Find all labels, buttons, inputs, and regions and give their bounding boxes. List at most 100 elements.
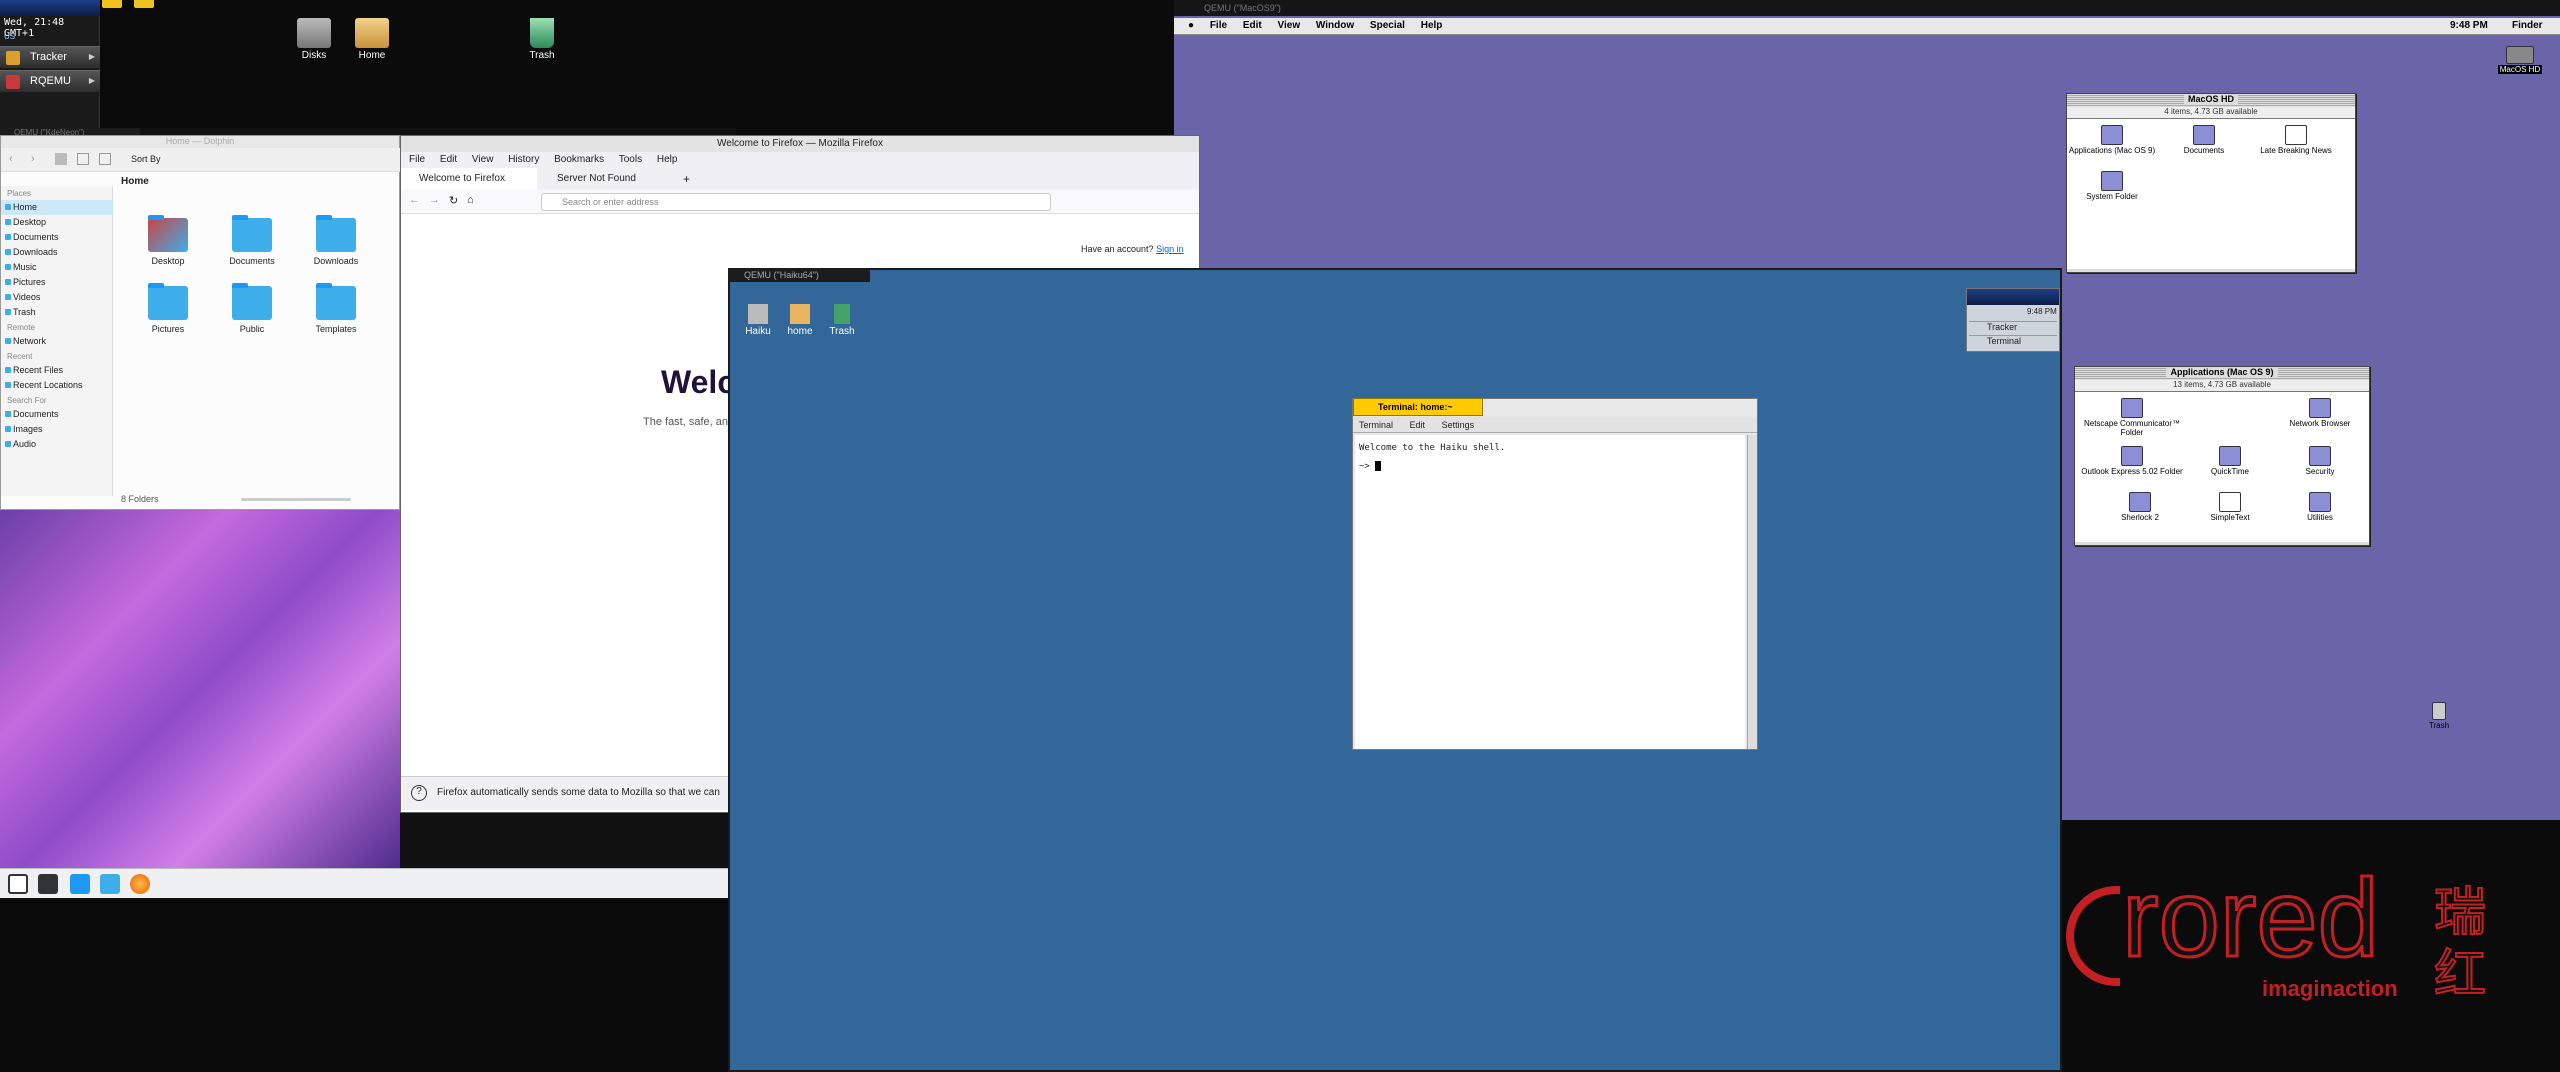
menu-edit[interactable]: Edit bbox=[1243, 20, 1262, 31]
deskbar-clock[interactable]: Wed, 21:48 GMT+1 bbox=[4, 17, 100, 39]
dolphin-window[interactable]: Home — Dolphin ‹ › Sort By Home Places H… bbox=[0, 135, 401, 510]
zoom-slider[interactable] bbox=[241, 498, 351, 501]
app-launcher-icon[interactable] bbox=[8, 874, 28, 894]
finder-window-applications[interactable]: Applications (Mac OS 9) 13 items, 4.73 G… bbox=[2074, 366, 2370, 546]
place-downloads[interactable]: Downloads bbox=[1, 245, 112, 260]
desktop-icon-macos-hd[interactable]: MacOS HD bbox=[2490, 46, 2550, 74]
menu-bookmarks[interactable]: Bookmarks bbox=[554, 154, 604, 165]
place-documents[interactable]: Documents bbox=[1, 230, 112, 245]
search-images[interactable]: Images bbox=[1, 422, 112, 437]
finder-item[interactable]: QuickTime bbox=[2185, 446, 2275, 476]
haiku-leaf-logo[interactable] bbox=[1967, 289, 2059, 305]
menu-special[interactable]: Special bbox=[1370, 20, 1405, 31]
folder-item[interactable]: Downloads bbox=[301, 215, 371, 266]
tab-welcome[interactable]: Welcome to Firefox bbox=[401, 168, 537, 190]
place-trash[interactable]: Trash bbox=[1, 305, 112, 320]
forward-icon[interactable]: › bbox=[31, 153, 35, 165]
sort-by-button[interactable]: Sort By bbox=[131, 154, 161, 164]
tab-server-not-found[interactable]: Server Not Found bbox=[539, 168, 675, 190]
finder-window-macos-hd[interactable]: MacOS HD 4 items, 4.73 GB available Appl… bbox=[2066, 93, 2356, 273]
qemu-haiku-titlebar[interactable]: QEMU ("Haiku64") bbox=[728, 268, 870, 282]
terminal-title-tab[interactable]: Terminal: home:~ bbox=[1353, 398, 1483, 416]
home-icon[interactable]: ⌂ bbox=[467, 194, 474, 206]
forward-icon[interactable]: → bbox=[429, 194, 440, 206]
menu-file[interactable]: File bbox=[409, 154, 425, 165]
finder-item[interactable]: Netscape Communicator™ Folder bbox=[2077, 398, 2187, 437]
deskbar-clock[interactable]: 9:48 PM bbox=[2027, 307, 2057, 316]
place-network[interactable]: Network bbox=[1, 334, 112, 349]
window-titlebar[interactable]: MacOS HD bbox=[2067, 94, 2355, 107]
menu-edit[interactable]: Edit bbox=[440, 154, 457, 165]
menu-settings[interactable]: Settings bbox=[1442, 420, 1475, 430]
search-documents[interactable]: Documents bbox=[1, 407, 112, 422]
dolphin-titlebar[interactable]: Home — Dolphin bbox=[1, 136, 399, 148]
reload-icon[interactable]: ↻ bbox=[449, 194, 458, 207]
desktop-icon-disks[interactable]: Disks bbox=[284, 18, 344, 61]
finder-item[interactable]: Utilities bbox=[2275, 492, 2365, 522]
folder-item[interactable]: Public bbox=[217, 283, 287, 334]
place-recent-files[interactable]: Recent Files bbox=[1, 363, 112, 378]
sign-in-link[interactable]: Sign in bbox=[1156, 244, 1184, 254]
back-icon[interactable]: ← bbox=[409, 194, 420, 206]
desktop-icon-mac-trash[interactable]: Trash bbox=[2414, 702, 2464, 730]
terminal-scrollbar[interactable] bbox=[1747, 435, 1757, 749]
search-audio[interactable]: Audio bbox=[1, 437, 112, 452]
discover-icon[interactable] bbox=[70, 874, 90, 894]
finder-item[interactable]: Network Browser bbox=[2275, 398, 2365, 428]
desktop-icon-trash[interactable]: Trash bbox=[512, 18, 572, 61]
finder-item[interactable]: Outlook Express 5.02 Folder bbox=[2077, 446, 2187, 476]
menu-help[interactable]: Help bbox=[1421, 20, 1443, 31]
finder-item[interactable]: Documents bbox=[2159, 125, 2249, 155]
app-menu-finder[interactable]: Finder bbox=[2512, 20, 2543, 31]
window-titlebar[interactable]: Applications (Mac OS 9) bbox=[2075, 367, 2369, 380]
firefox-titlebar[interactable]: Welcome to Firefox — Mozilla Firefox bbox=[401, 136, 1199, 152]
place-recent-locations[interactable]: Recent Locations bbox=[1, 378, 112, 393]
finder-item[interactable]: Security bbox=[2275, 446, 2365, 476]
desktop-icon-home[interactable]: Home bbox=[342, 18, 402, 61]
place-desktop[interactable]: Desktop bbox=[1, 215, 112, 230]
back-icon[interactable]: ‹ bbox=[9, 153, 13, 165]
menu-help[interactable]: Help bbox=[657, 154, 678, 165]
haiku-desktop-icon-home[interactable]: home bbox=[782, 304, 818, 337]
finder-item[interactable]: Late Breaking News bbox=[2251, 125, 2341, 155]
place-home[interactable]: Home bbox=[1, 200, 112, 215]
deskbar-item-terminal[interactable]: Terminal bbox=[1969, 335, 2057, 349]
folder-item[interactable]: Templates bbox=[301, 283, 371, 334]
compact-view-icon[interactable] bbox=[77, 153, 89, 165]
folder-item[interactable]: Documents bbox=[217, 215, 287, 266]
menu-tools[interactable]: Tools bbox=[619, 154, 642, 165]
apple-menu-icon[interactable]: ● bbox=[1188, 20, 1194, 31]
menubar-clock[interactable]: 9:48 PM bbox=[2450, 20, 2488, 31]
place-videos[interactable]: Videos bbox=[1, 290, 112, 305]
details-view-icon[interactable] bbox=[99, 153, 111, 165]
menu-view[interactable]: View bbox=[1278, 20, 1301, 31]
place-pictures[interactable]: Pictures bbox=[1, 275, 112, 290]
new-tab-icon[interactable]: + bbox=[683, 172, 690, 186]
haiku-desktop-icon-haiku[interactable]: Haiku bbox=[740, 304, 776, 337]
haiku-terminal-window[interactable]: Terminal: home:~ Terminal Edit Settings … bbox=[1352, 398, 1758, 750]
folder-item[interactable]: Desktop bbox=[133, 215, 203, 266]
finder-item[interactable]: Applications (Mac OS 9) bbox=[2067, 125, 2157, 155]
menu-window[interactable]: Window bbox=[1316, 20, 1354, 31]
dolphin-taskbar-icon[interactable] bbox=[100, 874, 120, 894]
finder-item[interactable]: System Folder bbox=[2067, 171, 2157, 201]
keymap-indicator[interactable]: US bbox=[4, 32, 100, 42]
finder-item[interactable]: Sherlock 2 bbox=[2095, 492, 2185, 522]
menu-view[interactable]: View bbox=[472, 154, 494, 165]
pager-icon[interactable] bbox=[38, 874, 58, 894]
firefox-taskbar-icon[interactable] bbox=[130, 874, 150, 894]
haiku-leaf-logo[interactable] bbox=[0, 0, 100, 16]
menu-terminal[interactable]: Terminal bbox=[1359, 420, 1393, 430]
qemu-mac-titlebar[interactable]: QEMU ("MacOS9") bbox=[1174, 0, 2560, 16]
icons-view-icon[interactable] bbox=[55, 153, 67, 165]
breadcrumb[interactable]: Home bbox=[121, 176, 149, 187]
finder-item[interactable]: SimpleText bbox=[2185, 492, 2275, 522]
deskbar-item-tracker[interactable]: Tracker ▶ bbox=[0, 46, 100, 68]
deskbar-item-tracker[interactable]: Tracker bbox=[1969, 321, 2057, 335]
terminal-screen[interactable]: Welcome to the Haiku shell. ~> bbox=[1355, 435, 1745, 749]
menu-edit[interactable]: Edit bbox=[1410, 420, 1426, 430]
url-bar[interactable]: Search or enter address bbox=[541, 193, 1051, 211]
menu-history[interactable]: History bbox=[508, 154, 539, 165]
place-music[interactable]: Music bbox=[1, 260, 112, 275]
folder-item[interactable]: Pictures bbox=[133, 283, 203, 334]
